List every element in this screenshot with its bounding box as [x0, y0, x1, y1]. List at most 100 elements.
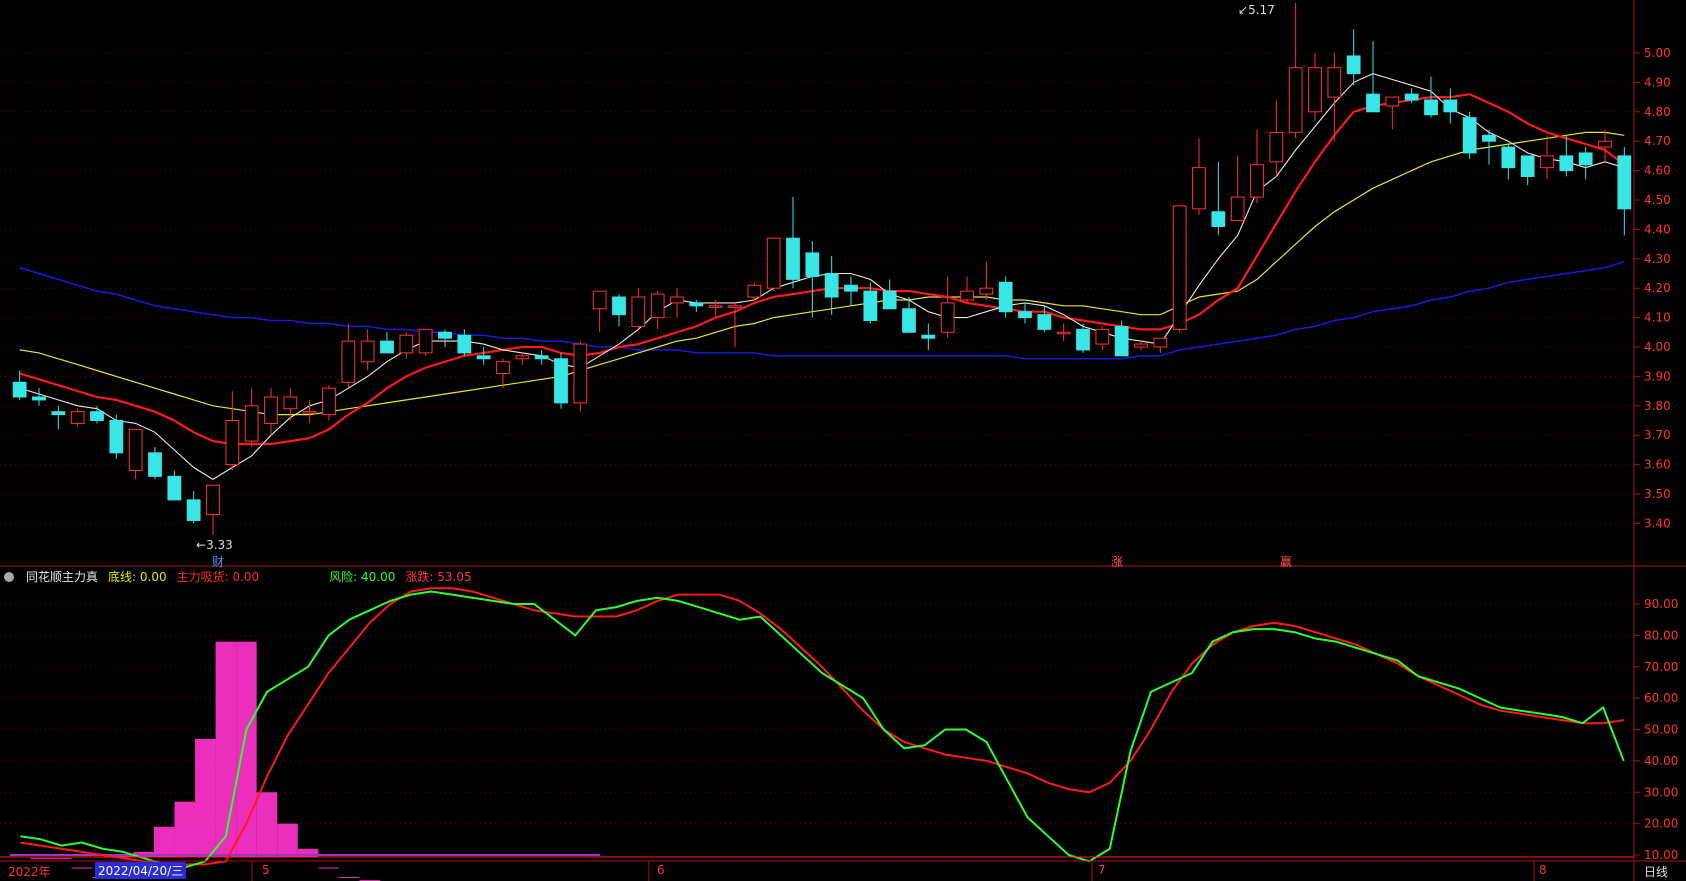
candle	[186, 491, 201, 524]
candle-body-down	[824, 273, 839, 298]
candle-body-up	[1250, 164, 1264, 198]
candle-body-up	[496, 361, 510, 374]
month-label-5: 5	[262, 863, 270, 877]
candle	[244, 388, 259, 447]
candle-body-up	[1288, 67, 1303, 133]
candle	[515, 352, 530, 365]
indicator-tick-label: 80.00	[1644, 628, 1678, 642]
candle	[341, 323, 356, 389]
candle	[1037, 305, 1052, 333]
bottom-line-value: 底线: 0.00	[108, 570, 167, 584]
candle-body-up	[747, 284, 762, 298]
candle	[805, 241, 820, 318]
period-label[interactable]: 日线	[1644, 863, 1668, 880]
absorb-bar	[277, 823, 298, 857]
candle-body-down	[12, 381, 27, 398]
candle-body-up	[592, 290, 607, 310]
candle	[1192, 138, 1206, 215]
indicator-axis: 10.00 20.00 30.00 40.00 50.00 60.00 70.00 80.00…	[1634, 597, 1678, 862]
indicator-name[interactable]: 同花顺主力真	[26, 568, 98, 585]
candle	[786, 197, 800, 289]
candle	[1520, 155, 1535, 186]
candle-body-down	[1578, 152, 1593, 166]
candle-body-down	[457, 334, 472, 354]
candle-body-up	[1598, 140, 1612, 148]
price-tick-label: 3.90	[1644, 369, 1671, 383]
price-axis: 3.40 3.50 3.60 3.70 3.80 3.90 4.00 4.10 4.20 4.30…	[1634, 46, 1671, 530]
candle	[1308, 53, 1322, 121]
indicator-tick-label: 10.00	[1644, 848, 1678, 862]
indicator-tick-label: 20.00	[1644, 817, 1678, 831]
candle-body-down	[998, 281, 1013, 313]
candle	[1153, 337, 1168, 353]
candle-body-up	[322, 387, 336, 416]
candle-body-down	[1037, 314, 1052, 330]
candle	[554, 352, 568, 409]
candle	[940, 276, 955, 339]
price-tick-label: 4.60	[1644, 164, 1671, 178]
candle-body-down	[186, 499, 201, 521]
price-tick-label: 4.30	[1644, 252, 1671, 266]
candle	[998, 276, 1013, 318]
candle	[631, 288, 646, 330]
candle-body-up	[1192, 167, 1206, 210]
chart-stage: 3.40 3.50 3.60 3.70 3.80 3.90 4.00 4.10 4.20 4.30…	[0, 0, 1686, 881]
indicator-tick-label: 90.00	[1644, 597, 1678, 611]
candle-body-down	[612, 296, 626, 316]
candle	[1211, 161, 1226, 236]
candle-body-down	[1114, 325, 1129, 357]
candle	[399, 332, 414, 359]
candle	[70, 408, 85, 427]
rise-fall-value: 涨跌: 53.05	[405, 570, 472, 584]
indicator-legend: 同花顺主力真 底线: 0.00 主力吸货: 0.00 风险: 40.00 涨跌:…	[4, 568, 472, 585]
time-axis	[0, 861, 1686, 881]
candle	[148, 446, 162, 480]
candle-body-down	[1404, 93, 1419, 101]
price-tick-label: 3.60	[1644, 458, 1671, 472]
candle-body-up	[960, 290, 974, 301]
candle-body-up	[399, 334, 414, 354]
candle	[476, 347, 491, 365]
candle-body-up	[341, 340, 356, 383]
candle	[766, 237, 781, 292]
price-grid	[0, 52, 1634, 524]
zhang-marker[interactable]: 涨	[1111, 553, 1123, 570]
candle-body-down	[844, 284, 858, 292]
candle-body-up	[650, 293, 665, 319]
candle	[360, 329, 375, 371]
candle	[1056, 323, 1071, 342]
candle-body-up	[302, 411, 317, 414]
candle-body-up	[515, 355, 530, 360]
ying-marker[interactable]: 赢	[1280, 553, 1292, 570]
candle	[573, 341, 588, 412]
candle	[650, 291, 665, 330]
candle-body-up	[70, 411, 85, 424]
candle	[51, 405, 66, 430]
risk-value: 风险: 40.00	[329, 570, 396, 584]
candle	[322, 385, 336, 421]
candle-body-down	[1424, 99, 1438, 116]
candle-body-down	[689, 302, 704, 307]
candle-body-down	[1617, 155, 1632, 210]
candle-body-down	[921, 334, 936, 339]
price-tick-label: 4.50	[1644, 193, 1671, 207]
candle	[1578, 147, 1593, 180]
indicator-menu-icon[interactable]	[4, 571, 14, 582]
candle-body-up	[1269, 131, 1284, 163]
candle	[225, 391, 240, 471]
absorb-bar	[174, 801, 196, 857]
price-tick-label: 4.90	[1644, 75, 1671, 89]
candle	[534, 349, 549, 365]
candle	[747, 282, 762, 300]
candle-body-up	[1230, 196, 1245, 222]
candle	[1018, 302, 1032, 324]
candle-body-up	[244, 405, 259, 442]
absorb-bar	[256, 792, 278, 857]
candle-body-down	[1366, 93, 1380, 113]
candle-body-down	[438, 331, 452, 339]
candle-body-down	[902, 308, 916, 333]
candle-body-down	[1482, 134, 1496, 142]
indicator-tick-label: 70.00	[1644, 660, 1678, 674]
candle	[283, 388, 298, 421]
candle-body-down	[1559, 155, 1574, 172]
